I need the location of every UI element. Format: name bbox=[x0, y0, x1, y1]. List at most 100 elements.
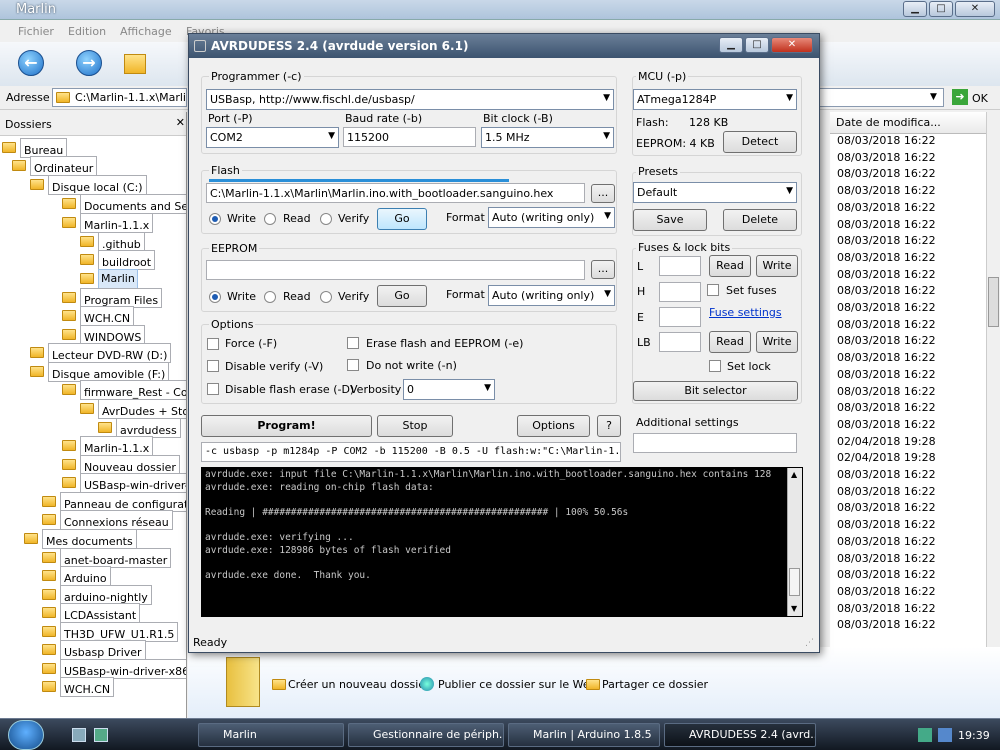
disable-erase-checkbox[interactable] bbox=[207, 383, 219, 395]
task-new-folder[interactable]: Créer un nouveau dossier bbox=[288, 678, 430, 691]
lock-read-button[interactable]: Read bbox=[709, 331, 751, 353]
tree-item[interactable]: USBasp-win-driver-x86 bbox=[42, 659, 186, 679]
task-avrdudess[interactable]: AVRDUDESS 2.4 (avrd... bbox=[664, 723, 816, 747]
erase-checkbox[interactable] bbox=[347, 337, 359, 349]
flash-format-select[interactable]: Auto (writing only) ▼ bbox=[488, 207, 615, 228]
options-button[interactable]: Options bbox=[517, 415, 590, 437]
vertical-scrollbar[interactable] bbox=[986, 112, 1000, 647]
fuse-h-input[interactable] bbox=[659, 282, 701, 302]
column-header-date[interactable]: Date de modifica... bbox=[830, 112, 986, 134]
programmer-select[interactable]: USBasp, http://www.fischl.de/usbasp/ ▼ bbox=[206, 89, 614, 110]
address-input[interactable]: C:\Marlin-1.1.x\Marli bbox=[52, 88, 187, 107]
tree-item[interactable]: WCH.CN bbox=[62, 306, 135, 326]
disable-verify-checkbox[interactable] bbox=[207, 360, 219, 372]
eeprom-verify-radio[interactable] bbox=[320, 291, 332, 303]
tree-item[interactable]: buildroot bbox=[80, 250, 156, 270]
tree-item[interactable]: TH3D_UFW_U1.R1.5 bbox=[42, 622, 179, 642]
tree-item[interactable]: Marlin-1.1.x bbox=[62, 436, 154, 456]
fuse-e-input[interactable] bbox=[659, 307, 701, 327]
menu-fichier[interactable]: Fichier bbox=[18, 25, 54, 38]
tree-item[interactable]: Ordinateur bbox=[12, 156, 98, 176]
set-fuses-checkbox[interactable] bbox=[707, 284, 719, 296]
flash-write-radio[interactable] bbox=[209, 213, 221, 225]
flash-file-input[interactable]: C:\Marlin-1.1.x\Marlin\Marlin.ino.with_b… bbox=[206, 183, 585, 203]
tree-item[interactable]: Marlin bbox=[80, 269, 138, 289]
tree-item[interactable]: Arduino bbox=[42, 566, 111, 586]
bit-selector-button[interactable]: Bit selector bbox=[633, 381, 798, 401]
up-folder-icon[interactable] bbox=[124, 54, 146, 74]
tree-item[interactable]: anet-board-master bbox=[42, 548, 172, 568]
fuse-l-input[interactable] bbox=[659, 256, 701, 276]
eeprom-format-select[interactable]: Auto (writing only) ▼ bbox=[488, 285, 615, 306]
tree-item[interactable]: avrdudess bbox=[98, 418, 181, 438]
network-icon[interactable] bbox=[938, 728, 952, 742]
tree-item[interactable]: AvrDudes + Sto bbox=[80, 399, 186, 419]
save-preset-button[interactable]: Save bbox=[633, 209, 707, 231]
eeprom-write-radio[interactable] bbox=[209, 291, 221, 303]
fuse-write-button[interactable]: Write bbox=[756, 255, 798, 277]
tree-item[interactable]: firmware_Rest - Co bbox=[62, 380, 186, 400]
detect-button[interactable]: Detect bbox=[723, 131, 797, 153]
start-button[interactable] bbox=[8, 720, 44, 750]
tree-item[interactable]: LCDAssistant bbox=[42, 603, 141, 623]
eeprom-file-input[interactable] bbox=[206, 260, 585, 280]
force-checkbox[interactable] bbox=[207, 338, 219, 350]
tree-item[interactable]: Connexions réseau bbox=[42, 510, 173, 530]
dialog-minimize-button[interactable]: ▁ bbox=[719, 37, 743, 53]
tree-item[interactable]: Marlin-1.1.x bbox=[62, 213, 154, 233]
tree-item[interactable]: USBasp-win-driver- bbox=[62, 473, 186, 493]
scroll-down-icon[interactable]: ▼ bbox=[791, 604, 797, 613]
port-select[interactable]: COM2 ▼ bbox=[206, 127, 339, 148]
fuse-settings-link[interactable]: Fuse settings bbox=[709, 306, 782, 319]
close-button[interactable]: ✕ bbox=[955, 1, 995, 17]
menu-affichage[interactable]: Affichage bbox=[120, 25, 172, 38]
mcu-select[interactable]: ATmega1284P ▼ bbox=[633, 89, 797, 110]
tree-item[interactable]: Disque local (C:) bbox=[30, 175, 147, 195]
tree-item[interactable]: WINDOWS bbox=[62, 325, 146, 345]
program-button[interactable]: Program! bbox=[201, 415, 372, 437]
fuse-lb-input[interactable] bbox=[659, 332, 701, 352]
eeprom-browse-button[interactable]: ... bbox=[591, 260, 615, 279]
baud-input[interactable]: 115200 bbox=[343, 127, 476, 147]
tree-item[interactable]: WCH.CN bbox=[42, 677, 115, 697]
quicklaunch-icon[interactable] bbox=[94, 728, 108, 742]
back-arrow-icon[interactable]: ← bbox=[18, 50, 44, 76]
tree-item[interactable]: Lecteur DVD-RW (D:) bbox=[30, 343, 172, 363]
stop-button[interactable]: Stop bbox=[377, 415, 453, 437]
minimize-button[interactable]: ▁ bbox=[903, 1, 927, 17]
task-marlin[interactable]: Marlin bbox=[198, 723, 344, 747]
tree-item[interactable]: Panneau de configurat bbox=[42, 492, 186, 512]
presets-select[interactable]: Default ▼ bbox=[633, 182, 797, 203]
maximize-button[interactable]: □ bbox=[929, 1, 953, 17]
tree-item[interactable]: Mes documents bbox=[24, 529, 137, 549]
ok-label[interactable]: OK bbox=[972, 92, 988, 105]
task-arduino[interactable]: Marlin | Arduino 1.8.5 bbox=[508, 723, 660, 747]
flash-browse-button[interactable]: ... bbox=[591, 184, 615, 203]
flash-go-button[interactable]: Go bbox=[377, 208, 427, 230]
quicklaunch-icon[interactable] bbox=[72, 728, 86, 742]
task-share[interactable]: Partager ce dossier bbox=[602, 678, 708, 691]
scroll-up-icon[interactable]: ▲ bbox=[791, 470, 797, 479]
lock-write-button[interactable]: Write bbox=[756, 331, 798, 353]
flash-verify-radio[interactable] bbox=[320, 213, 332, 225]
do-not-write-checkbox[interactable] bbox=[347, 359, 359, 371]
verbosity-select[interactable]: 0 ▼ bbox=[403, 379, 495, 400]
dialog-close-button[interactable]: ✕ bbox=[771, 37, 813, 53]
command-line-input[interactable]: -c usbasp -p m1284p -P COM2 -b 115200 -B… bbox=[201, 442, 621, 462]
close-icon[interactable]: ✕ bbox=[176, 116, 185, 129]
scroll-thumb[interactable] bbox=[988, 277, 999, 327]
tree-item[interactable]: .github bbox=[80, 232, 145, 252]
flash-read-radio[interactable] bbox=[264, 213, 276, 225]
tree-item[interactable]: Nouveau dossier bbox=[62, 455, 180, 475]
task-publish[interactable]: Publier ce dossier sur le Web bbox=[438, 678, 597, 691]
console-scrollbar[interactable]: ▲ ▼ bbox=[787, 468, 802, 616]
tree-item[interactable]: arduino-nightly bbox=[42, 585, 152, 605]
tree-item[interactable]: Documents and Set bbox=[62, 194, 186, 214]
dialog-maximize-button[interactable]: □ bbox=[745, 37, 769, 53]
additional-settings-input[interactable] bbox=[633, 433, 797, 453]
eeprom-go-button[interactable]: Go bbox=[377, 285, 427, 307]
tree-item[interactable]: Usbasp Driver bbox=[42, 640, 146, 660]
go-arrow-icon[interactable]: ➜ bbox=[952, 89, 968, 105]
scroll-thumb[interactable] bbox=[789, 568, 800, 596]
task-device-manager[interactable]: Gestionnaire de périph... bbox=[348, 723, 504, 747]
